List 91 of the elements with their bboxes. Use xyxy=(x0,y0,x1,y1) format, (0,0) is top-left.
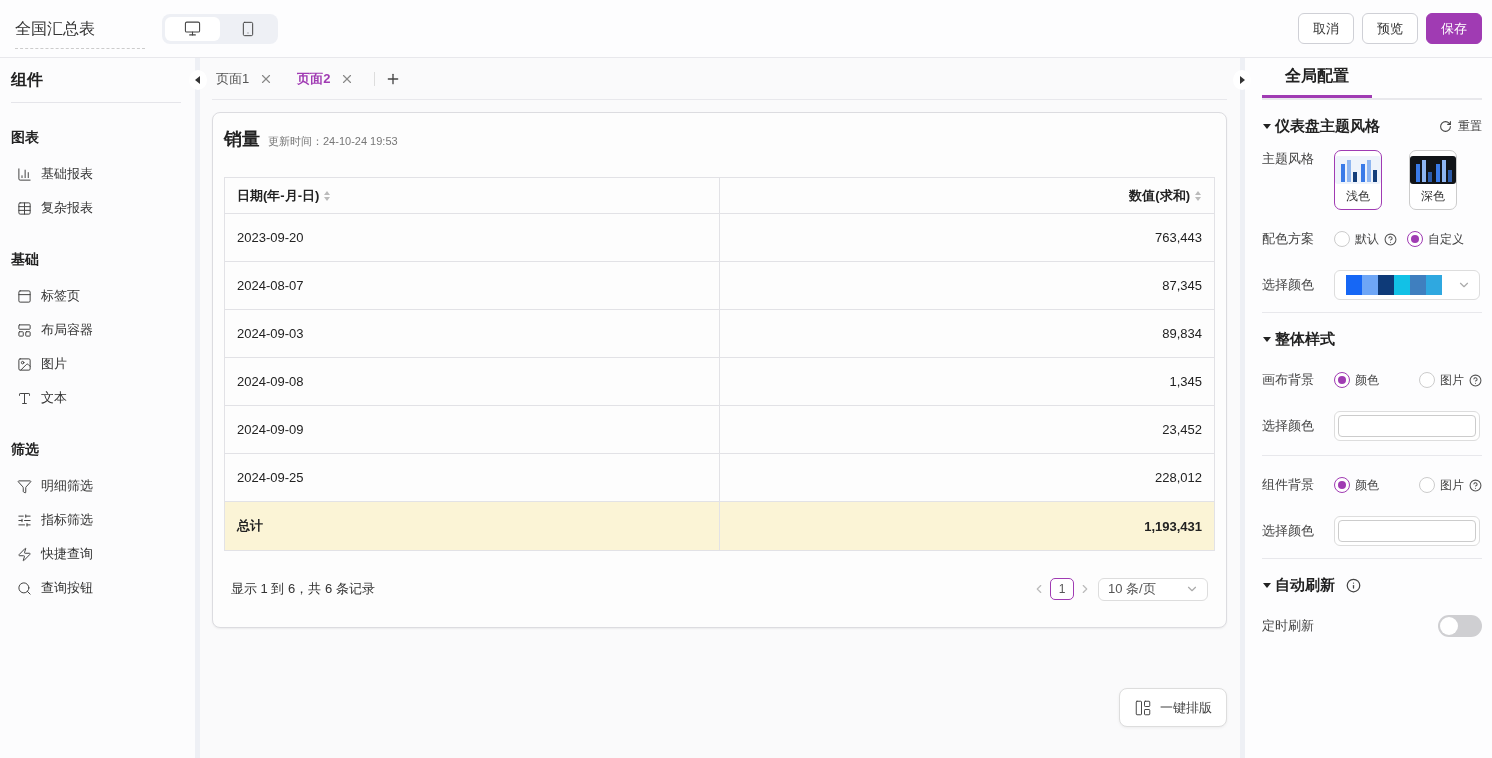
field-label: 选择颜色 xyxy=(1262,417,1315,435)
table-cell: 1,345 xyxy=(719,358,1214,406)
card-title: 销量 xyxy=(224,128,260,151)
table-cell: 2024-09-08 xyxy=(225,358,720,406)
palette-select[interactable] xyxy=(1334,270,1480,300)
update-time: 更新时间：24-10-24 19:53 xyxy=(268,134,398,149)
page-tab[interactable]: 页面2 xyxy=(297,69,331,88)
color-field[interactable] xyxy=(1334,516,1480,546)
component-item[interactable]: 快捷查询 xyxy=(41,545,93,563)
group-title: 基础 xyxy=(11,251,40,269)
total-cell: 1,193,431 xyxy=(719,502,1214,550)
table-cell: 2023-09-20 xyxy=(225,214,720,262)
field-label: 选择颜色 xyxy=(1262,522,1315,540)
header-button[interactable]: 预览 xyxy=(1362,13,1418,44)
sidebar-title: 组件 xyxy=(11,70,181,103)
info-icon[interactable] xyxy=(1346,577,1361,593)
theme-option[interactable]: 深色 xyxy=(1409,150,1457,210)
table-cell: 2024-09-03 xyxy=(225,310,720,358)
group-title: 图表 xyxy=(11,129,40,147)
component-item[interactable]: 查询按钮 xyxy=(41,579,93,597)
text-icon xyxy=(17,390,32,406)
theme-option[interactable]: 浅色 xyxy=(1334,150,1382,210)
radio-label: 颜色 xyxy=(1355,371,1379,389)
desktop-view-button[interactable] xyxy=(165,16,220,41)
light-theme-thumbnail-icon xyxy=(1335,155,1381,184)
table-cell: 763,443 xyxy=(719,214,1214,262)
table-cell: 2024-08-07 xyxy=(225,262,720,310)
radio-label: 默认 xyxy=(1355,230,1379,248)
table-cell: 2024-09-09 xyxy=(225,406,720,454)
group-title: 筛选 xyxy=(11,441,40,459)
bar-chart-icon xyxy=(17,166,32,182)
sliders-icon xyxy=(17,512,32,528)
column-header[interactable]: 数值(求和) xyxy=(1129,186,1190,205)
radio-button[interactable] xyxy=(1334,477,1350,493)
auto-layout-button[interactable]: 一键排版 xyxy=(1119,688,1227,727)
component-item[interactable]: 复杂报表 xyxy=(41,199,93,217)
total-cell: 总计 xyxy=(225,502,720,550)
field-label: 组件背景 xyxy=(1262,476,1315,494)
section-title: 仪表盘主题风格 xyxy=(1275,116,1380,136)
table-cell: 89,834 xyxy=(719,310,1214,358)
radio-button[interactable] xyxy=(1407,231,1423,247)
color-field[interactable] xyxy=(1334,411,1480,441)
dark-theme-thumbnail-icon xyxy=(1410,155,1456,184)
page-size-select[interactable]: 10 条/页 xyxy=(1098,577,1208,601)
component-item[interactable]: 基础报表 xyxy=(41,165,93,183)
component-item[interactable]: 文本 xyxy=(41,389,67,407)
column-header[interactable]: 日期(年-月-日) xyxy=(237,186,320,205)
table-cell: 87,345 xyxy=(719,262,1214,310)
settings-tab[interactable]: 全局配置 xyxy=(1262,58,1372,98)
layout-icon xyxy=(17,322,32,338)
field-label: 选择颜色 xyxy=(1262,276,1315,294)
field-label: 配色方案 xyxy=(1262,230,1315,248)
header-button[interactable]: 取消 xyxy=(1298,13,1354,44)
search-icon xyxy=(17,580,32,596)
help-icon[interactable] xyxy=(1384,232,1397,246)
field-label: 主题风格 xyxy=(1262,150,1315,168)
section-title: 整体样式 xyxy=(1275,329,1335,349)
help-icon[interactable] xyxy=(1469,373,1482,387)
record-summary: 显示 1 到 6，共 6 条记录 xyxy=(231,580,375,598)
tab-icon xyxy=(17,288,32,304)
radio-label: 颜色 xyxy=(1355,476,1379,494)
caret-icon[interactable] xyxy=(1262,580,1272,590)
component-item[interactable]: 布局容器 xyxy=(41,321,93,339)
field-label: 画布背景 xyxy=(1262,371,1315,389)
component-item[interactable]: 明细筛选 xyxy=(41,477,93,495)
report-title[interactable]: 全国汇总表 xyxy=(15,12,145,49)
filter-icon xyxy=(17,478,32,494)
save-button[interactable]: 保存 xyxy=(1426,13,1482,44)
page-number[interactable]: 1 xyxy=(1050,578,1074,600)
radio-button[interactable] xyxy=(1334,372,1350,388)
table-cell: 23,452 xyxy=(719,406,1214,454)
caret-icon[interactable] xyxy=(1262,334,1272,344)
field-label: 定时刷新 xyxy=(1262,617,1315,635)
radio-label: 图片 xyxy=(1440,371,1464,389)
toggle-switch[interactable] xyxy=(1438,615,1482,637)
layout-icon xyxy=(1134,698,1152,717)
image-icon xyxy=(17,356,32,372)
caret-icon[interactable] xyxy=(1262,121,1272,131)
component-item[interactable]: 指标筛选 xyxy=(41,511,93,529)
help-icon[interactable] xyxy=(1469,478,1482,492)
radio-label: 图片 xyxy=(1440,476,1464,494)
monitor-icon xyxy=(184,20,201,37)
lightning-icon xyxy=(17,546,32,562)
table-icon xyxy=(17,200,32,216)
component-item[interactable]: 标签页 xyxy=(41,287,80,305)
page-tab[interactable]: 页面1 xyxy=(216,69,250,88)
radio-label: 自定义 xyxy=(1428,230,1464,248)
refresh-icon xyxy=(1439,119,1452,133)
reset-button[interactable]: 重置 xyxy=(1439,117,1482,135)
section-title: 自动刷新 xyxy=(1275,575,1335,595)
component-item[interactable]: 图片 xyxy=(41,355,67,373)
